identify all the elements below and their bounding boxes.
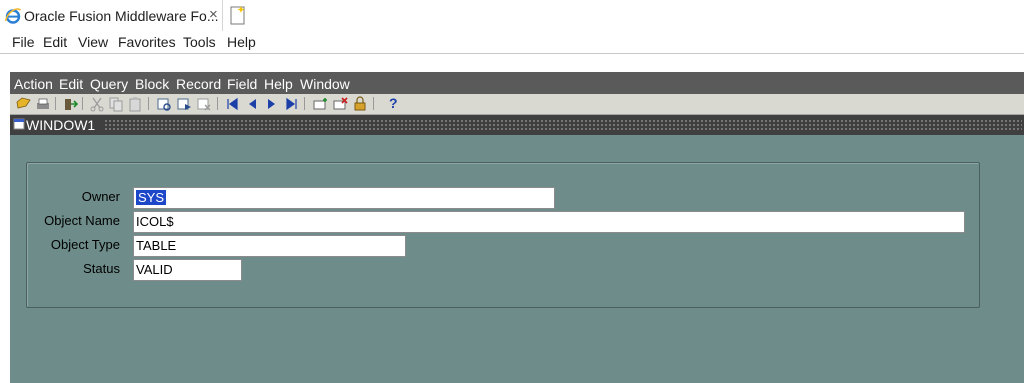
owner-value: SYS — [136, 190, 167, 205]
object-name-label: Object Name — [44, 213, 120, 228]
forms-window-titlebar: WINDOW1 — [10, 115, 1024, 135]
previous-block-icon[interactable] — [224, 96, 240, 112]
cancel-query-icon[interactable] — [196, 96, 212, 112]
menu-edit[interactable]: Edit — [43, 34, 67, 50]
forms-applet: Action Edit Query Block Record Field Hel… — [10, 72, 1024, 383]
titlebar-grip — [104, 119, 1022, 131]
enter-query-icon[interactable] — [156, 96, 172, 112]
menu-file[interactable]: File — [12, 34, 35, 50]
delete-record-icon[interactable] — [332, 96, 348, 112]
forms-menu-record[interactable]: Record — [176, 76, 221, 92]
browser-tab[interactable]: Oracle Fusion Middleware Fo... × — [0, 0, 223, 31]
menu-view[interactable]: View — [78, 34, 108, 50]
execute-query-icon[interactable] — [176, 96, 192, 112]
status-field[interactable]: VALID — [133, 259, 242, 281]
window-title: WINDOW1 — [26, 117, 96, 133]
toolbar-separator — [373, 97, 374, 110]
window-icon — [13, 118, 25, 130]
forms-menu-block[interactable]: Block — [135, 76, 169, 92]
browser-menu-bar: File Edit View Favorites Tools Help — [0, 32, 1024, 54]
object-type-label: Object Type — [50, 237, 120, 252]
forms-menu-query[interactable]: Query — [90, 76, 128, 92]
save-icon[interactable] — [16, 96, 32, 112]
toolbar-separator — [82, 97, 83, 110]
forms-menu-bar: Action Edit Query Block Record Field Hel… — [10, 72, 1024, 94]
owner-label: Owner — [81, 189, 120, 204]
status-label: Status — [83, 261, 120, 276]
toolbar-separator — [217, 97, 218, 110]
forms-menu-field[interactable]: Field — [227, 76, 257, 92]
copy-icon[interactable] — [108, 96, 124, 112]
internet-explorer-icon — [4, 8, 22, 24]
forms-menu-action[interactable]: Action — [14, 76, 53, 92]
toolbar-separator — [148, 97, 149, 110]
menu-favorites[interactable]: Favorites — [118, 34, 176, 50]
close-tab-icon[interactable]: × — [209, 6, 218, 23]
menu-help[interactable]: Help — [227, 34, 256, 50]
browser-tab-title: Oracle Fusion Middleware Fo... — [24, 8, 219, 24]
forms-menu-window[interactable]: Window — [300, 76, 350, 92]
next-record-icon[interactable] — [264, 96, 280, 112]
paste-icon[interactable] — [127, 96, 143, 112]
owner-field[interactable]: SYS — [133, 187, 555, 209]
lock-record-icon[interactable] — [352, 96, 368, 112]
insert-record-icon[interactable] — [312, 96, 328, 112]
help-icon[interactable]: ? — [389, 95, 405, 111]
toolbar-separator — [55, 97, 56, 110]
exit-icon[interactable] — [62, 96, 78, 112]
object-name-field[interactable]: ICOL$ — [133, 211, 965, 233]
previous-record-icon[interactable] — [244, 96, 260, 112]
forms-menu-edit[interactable]: Edit — [59, 76, 83, 92]
new-tab-icon[interactable] — [226, 4, 250, 28]
forms-toolbar: ? — [10, 94, 1024, 115]
forms-menu-help[interactable]: Help — [264, 76, 293, 92]
cut-icon[interactable] — [89, 96, 105, 112]
toolbar-separator — [304, 97, 305, 110]
next-block-icon[interactable] — [284, 96, 300, 112]
object-type-field[interactable]: TABLE — [133, 235, 406, 257]
menu-tools[interactable]: Tools — [183, 34, 216, 50]
print-icon[interactable] — [35, 96, 51, 112]
browser-tab-strip: Oracle Fusion Middleware Fo... × — [0, 0, 1024, 32]
